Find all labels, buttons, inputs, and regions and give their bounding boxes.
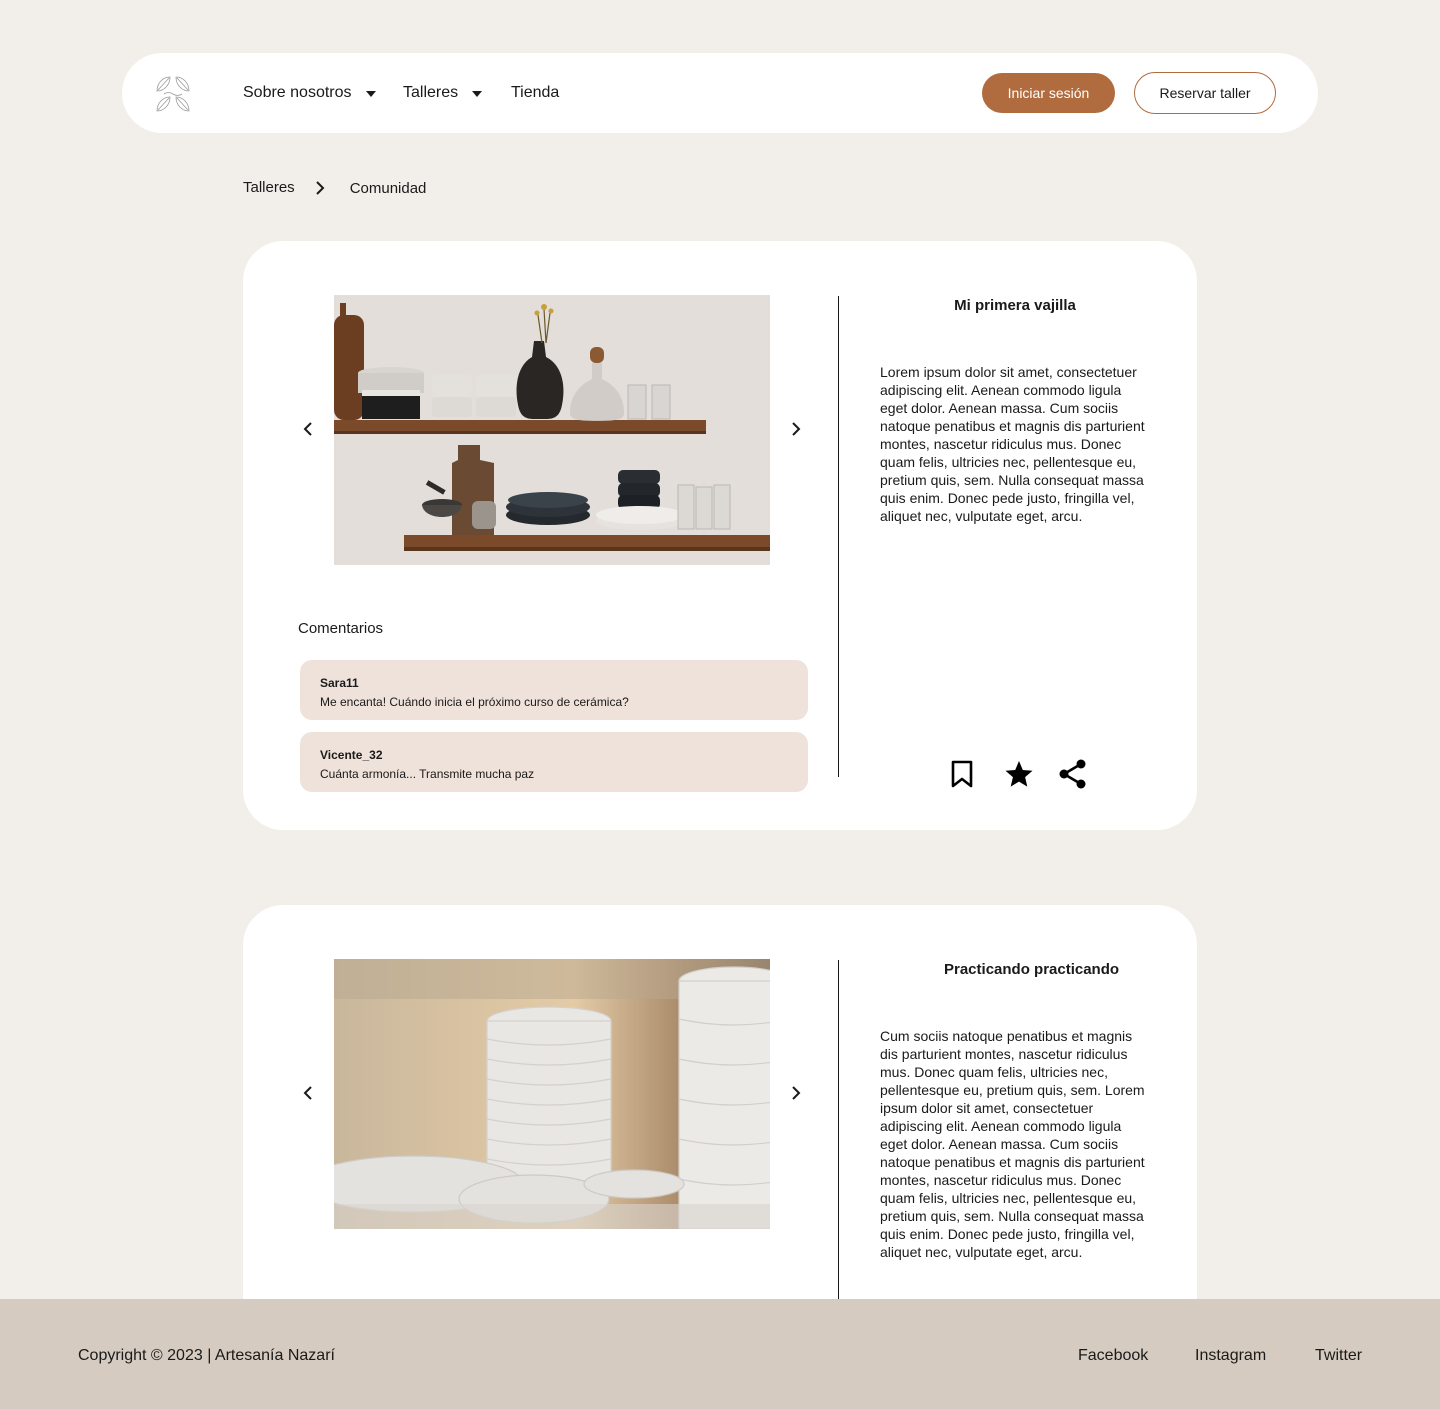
star-icon[interactable] [1004,759,1034,789]
chevron-right-icon[interactable] [789,1085,803,1101]
caret-down-icon [365,91,376,97]
breadcrumb-item-talleres[interactable]: Talleres [243,179,295,196]
nav-item-label: Sobre nosotros [243,84,352,101]
nav-item-label: Talleres [403,84,459,101]
post-title: Mi primera vajilla [954,297,1076,314]
post-title: Practicando practicando [944,961,1120,978]
comments-heading: Comentarios [298,620,384,637]
comment-text: Cuánta armonía... Transmite mucha paz [320,767,535,781]
post-actions [947,759,1088,789]
chevron-left-icon[interactable] [301,1085,315,1101]
chevron-right-icon [315,180,325,195]
shelves-image [334,295,770,565]
leaf-logo-icon[interactable] [154,75,192,113]
footer: Copyright © 2023 | Artesanía Nazarí Face… [0,1299,1440,1409]
porcelain-image [334,959,770,1229]
comment-username[interactable]: Sara11 [320,675,788,691]
book-workshop-button[interactable]: Reservar taller [1134,72,1276,114]
social-link-instagram[interactable]: Instagram [1195,1347,1266,1365]
post-photo-porcelain [334,959,770,1229]
post-card: Practicando practicando Cum sociis natoq… [243,905,1197,1360]
share-icon[interactable] [1058,759,1088,789]
nav-item-label: Tienda [511,84,560,101]
nav-item-talleres[interactable]: Talleres [403,83,483,103]
breadcrumb: Talleres Comunidad [243,178,426,197]
top-navbar: Sobre nosotros Talleres Tienda Iniciar s… [122,53,1318,133]
post-card: Comentarios Sara11 Me encanta! Cuándo in… [243,241,1197,830]
chevron-right-icon[interactable] [789,421,803,437]
breadcrumb-item-comunidad[interactable]: Comunidad [350,180,427,197]
comment-item: Sara11 Me encanta! Cuándo inicia el próx… [300,660,808,720]
copyright-text: Copyright © 2023 | Artesanía Nazarí [78,1347,335,1364]
social-link-facebook[interactable]: Facebook [1078,1347,1148,1365]
comment-item: Vicente_32 Cuánta armonía... Transmite m… [300,732,808,792]
nav-item-sobre-nosotros[interactable]: Sobre nosotros [243,83,376,103]
comment-username[interactable]: Vicente_32 [320,747,788,763]
comment-text: Me encanta! Cuándo inicia el próximo cur… [320,695,629,709]
social-link-twitter[interactable]: Twitter [1315,1347,1362,1365]
bookmark-icon[interactable] [947,759,977,789]
post-photo-shelves [334,295,770,565]
caret-down-icon [472,91,483,97]
chevron-left-icon[interactable] [301,421,315,437]
post-body: Lorem ipsum dolor sit amet, consectetuer… [880,364,1145,524]
post-body: Cum sociis natoque penatibus et magnis d… [880,1028,1145,1260]
vertical-divider [838,296,839,777]
nav-item-tienda[interactable]: Tienda [511,83,559,103]
login-button[interactable]: Iniciar sesión [982,73,1115,113]
